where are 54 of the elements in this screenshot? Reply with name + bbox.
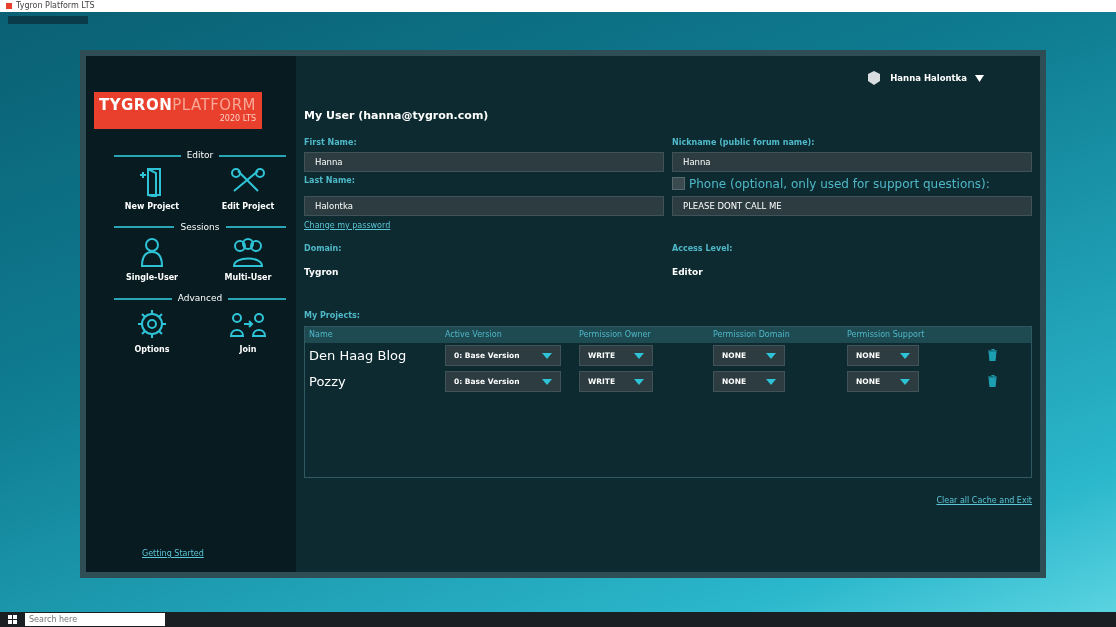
column-header: Name — [309, 328, 334, 341]
caret-icon — [900, 378, 910, 385]
field-label: First Name: — [304, 136, 358, 149]
sidebar-item[interactable]: Multi-User — [208, 236, 288, 284]
search-field[interactable]: Search here — [25, 613, 165, 626]
column-header: Permission Owner — [579, 328, 652, 341]
clear-cache-link[interactable]: Clear all Cache and Exit — [936, 495, 1032, 505]
version-text: 2020 LTS — [219, 113, 256, 125]
column-header: Active Version — [445, 328, 503, 341]
input-field[interactable]: PLEASE DONT CALL ME — [672, 195, 1032, 216]
start-icon[interactable] — [8, 615, 17, 624]
sidebar-item[interactable]: Join — [208, 307, 288, 356]
input-field[interactable]: Halontka — [304, 195, 664, 216]
caret-icon — [900, 352, 910, 359]
field-label: My Projects: — [304, 309, 361, 322]
field-label: Nickname (public forum name): — [672, 136, 816, 149]
change-password-link[interactable]: Change my password — [304, 220, 391, 230]
field-label: Domain: — [304, 243, 343, 255]
caret-icon — [542, 352, 552, 359]
field-value: Editor — [672, 266, 704, 279]
checkbox[interactable] — [672, 177, 685, 190]
caret-icon — [634, 352, 644, 359]
sidebar-item[interactable]: New Project — [112, 164, 192, 213]
window-title: Tygron Platform LTS — [16, 0, 95, 12]
dropdown-arrow-icon[interactable] — [975, 74, 984, 82]
field-label: Access Level: — [672, 243, 734, 255]
caret-icon — [766, 378, 776, 385]
section-title: Editor — [186, 149, 214, 162]
project-name: Pozzy — [309, 372, 347, 391]
form-title: My User (hanna@tygron.com) — [304, 108, 490, 124]
caret-icon — [634, 378, 644, 385]
project-name: Den Haag Blog — [309, 346, 408, 365]
caret-icon — [766, 352, 776, 359]
app-icon — [6, 3, 12, 9]
trash-icon[interactable] — [987, 349, 997, 362]
avatar-icon — [866, 70, 883, 86]
caret-icon — [542, 378, 552, 385]
getting-started-link[interactable]: Getting Started — [142, 548, 296, 560]
column-header: Permission Domain — [713, 328, 791, 341]
column-header: Permission Support — [847, 328, 926, 341]
sidebar-item[interactable]: Options — [112, 307, 192, 356]
sidebar-item[interactable]: Single-User — [112, 236, 192, 284]
product-text: PLATFORM — [172, 96, 256, 114]
trash-icon[interactable] — [987, 375, 997, 388]
input-field[interactable]: Hanna — [304, 151, 664, 172]
field-label: Phone (optional, only used for support questions): — [689, 175, 990, 193]
field-label: Last Name: — [304, 174, 356, 187]
user-name: Hanna Halontka — [890, 71, 967, 85]
section-title: Sessions — [180, 220, 220, 234]
field-value: Tygron — [304, 266, 340, 279]
sidebar-item[interactable]: Edit Project — [208, 164, 288, 213]
input-field[interactable]: Hanna — [672, 151, 1032, 172]
section-title: Advanced — [177, 292, 223, 305]
brand-text: TYGRON — [98, 96, 173, 114]
